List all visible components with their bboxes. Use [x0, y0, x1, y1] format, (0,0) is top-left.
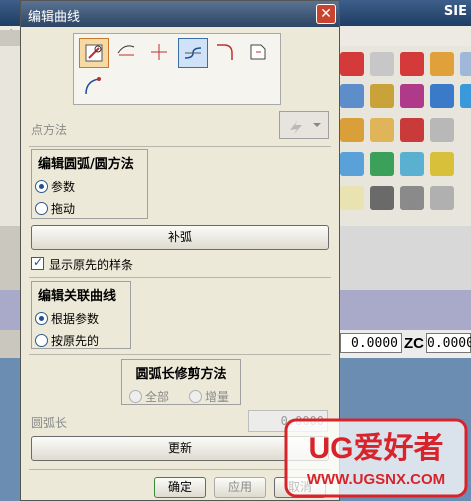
trim-corner-button[interactable]: [145, 38, 175, 68]
apply-button[interactable]: 应用: [214, 477, 266, 498]
radio-button[interactable]: [35, 201, 48, 215]
watermark-logo: UG爱好者 WWW.UGSNX.COM: [284, 418, 468, 498]
divide-curve-icon: [184, 47, 202, 59]
arc-length-icon: [85, 77, 101, 95]
toolbar-icon[interactable]: [340, 52, 364, 76]
toolbar-icon[interactable]: [430, 52, 454, 76]
toolbar-icon[interactable]: [400, 52, 424, 76]
toolbar-icon[interactable]: [430, 118, 454, 142]
toolbar-icon[interactable]: [370, 152, 394, 176]
trim-curve-icon: [117, 45, 135, 56]
radio-label: 拖动: [51, 201, 76, 216]
show-original-spline-label: 显示原先的样条: [49, 258, 134, 272]
radio-all[interactable]: 全部: [126, 385, 172, 407]
toolbar-icon[interactable]: [460, 84, 471, 108]
edit-parameters-button[interactable]: [79, 38, 109, 68]
divide-curve-button[interactable]: [178, 38, 208, 68]
complement-arc-button[interactable]: 补弧: [31, 225, 329, 250]
separator: [29, 146, 331, 147]
radio-button[interactable]: [35, 311, 48, 325]
radio-by-parameter[interactable]: 根据参数: [32, 307, 130, 329]
edit-fillet-icon: [217, 44, 233, 60]
edit-arc-method-title: 编辑圆弧/圆方法: [38, 157, 134, 172]
toolbar-row-3: [340, 118, 454, 148]
radio-label: 全部: [145, 389, 170, 404]
toolbar-icon[interactable]: [370, 52, 394, 76]
arc-length-trim-options: 全部 增量: [122, 385, 240, 407]
toolbar-icon[interactable]: [370, 118, 394, 142]
arc-length-trim-title: 圆弧长修剪方法: [135, 367, 227, 382]
radio-button[interactable]: [35, 179, 48, 193]
radio-by-original[interactable]: 按原先的: [32, 329, 130, 351]
toolbar-icon[interactable]: [400, 152, 424, 176]
toolbar-icon[interactable]: [370, 186, 394, 210]
toolbar-icon[interactable]: [370, 84, 394, 108]
watermark-graphic: UG爱好者 WWW.UGSNX.COM: [284, 418, 468, 498]
watermark-brand: UG爱好者: [309, 432, 444, 465]
toolbar-icon[interactable]: [460, 52, 471, 76]
point-method-dropdown[interactable]: [279, 111, 329, 139]
radio-button[interactable]: [35, 333, 48, 347]
toolbar-icon[interactable]: [340, 186, 364, 210]
show-original-spline-checkbox[interactable]: ✓: [31, 255, 44, 270]
radio-label: 增量: [205, 389, 230, 404]
separator: [29, 277, 331, 278]
close-button[interactable]: ✕: [316, 4, 336, 24]
point-method-dropdown-icon: [290, 120, 321, 134]
radio-button[interactable]: [129, 389, 142, 403]
toolbar-icon[interactable]: [400, 118, 424, 142]
radio-label: 根据参数: [51, 311, 100, 326]
coord-x-field[interactable]: 0.0000: [340, 333, 402, 353]
toolbar-icon[interactable]: [340, 152, 364, 176]
point-method-label: 点方法: [31, 123, 68, 137]
radio-parameter[interactable]: 参数: [32, 175, 147, 197]
edit-parameters-icon: [85, 44, 103, 62]
app-brand: SIE: [443, 4, 467, 19]
check-mark-icon: ✓: [33, 255, 44, 269]
toolbar-icon[interactable]: [430, 84, 454, 108]
curve-type-panel: [73, 33, 281, 105]
toolbar-icon[interactable]: [400, 186, 424, 210]
dialog-title-bar[interactable]: 编辑曲线 ✕: [21, 1, 339, 27]
arc-length-label: 圆弧长: [31, 416, 68, 430]
edit-arc-method-group: 编辑圆弧/圆方法 参数 拖动: [31, 149, 148, 219]
trim-curve-button[interactable]: [112, 38, 142, 68]
trim-corner-icon: [151, 44, 167, 60]
edit-associated-curve-title: 编辑关联曲线: [38, 289, 117, 304]
radio-drag[interactable]: 拖动: [32, 197, 147, 219]
radio-label: 参数: [51, 179, 76, 194]
toolbar-row-5: [340, 186, 454, 216]
toolbar-row-4: [340, 152, 454, 182]
separator: [29, 354, 331, 355]
toolbar-row-2: [340, 84, 471, 114]
ok-button[interactable]: 确定: [154, 477, 206, 498]
coordinate-bar: 0.0000 0.0000: [330, 330, 471, 358]
coord-label: ZC: [404, 335, 424, 352]
edit-fillet-button[interactable]: [211, 38, 241, 68]
radio-label: 按原先的: [51, 333, 100, 348]
toolbar-icon[interactable]: [340, 118, 364, 142]
radio-button[interactable]: [189, 389, 203, 403]
coord-z-field[interactable]: 0.0000: [426, 333, 471, 353]
toolbar-icon[interactable]: [430, 186, 454, 210]
toolbar-icon[interactable]: [430, 152, 454, 176]
watermark-url: WWW.UGSNX.COM: [307, 471, 445, 488]
toolbar-icon[interactable]: [340, 84, 364, 108]
stretch-curve-icon: [250, 44, 266, 60]
toolbar-row-1: [340, 52, 471, 82]
dialog-title: 编辑曲线: [28, 10, 81, 25]
stretch-curve-button[interactable]: [244, 38, 274, 68]
arc-length-trim-group: 圆弧长修剪方法 全部 增量: [121, 359, 241, 405]
edit-associated-curve-group: 编辑关联曲线 根据参数 按原先的: [31, 281, 131, 349]
arc-length-button[interactable]: [79, 72, 109, 102]
toolbar-icon[interactable]: [400, 84, 424, 108]
radio-increment[interactable]: 增量: [186, 385, 232, 407]
